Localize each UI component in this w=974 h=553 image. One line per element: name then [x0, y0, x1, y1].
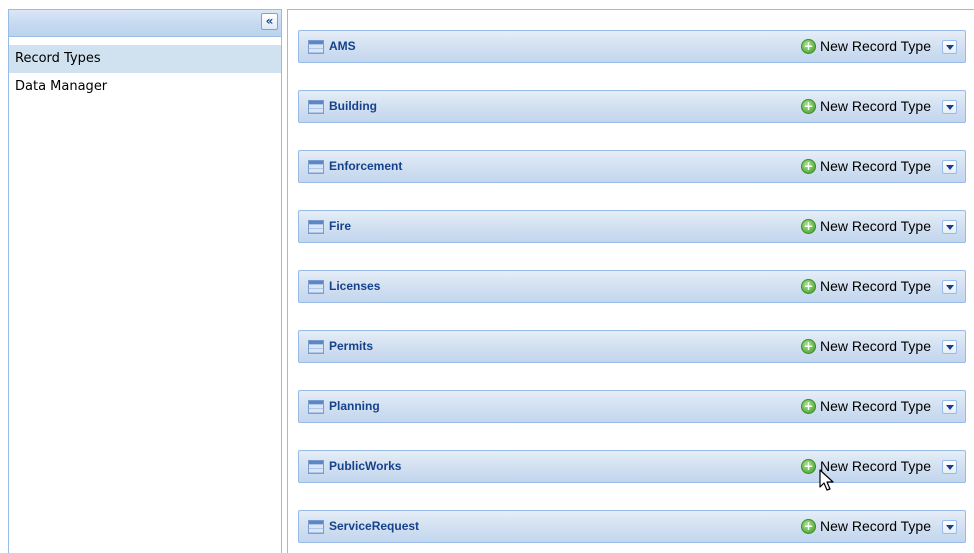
new-record-type-label: New Record Type [819, 398, 931, 414]
app-root: « Record Types Data Manager AMS + New Rec… [0, 0, 974, 553]
plus-circle-icon: + [800, 459, 816, 474]
panel-planning[interactable]: Planning + New Record Type [298, 390, 966, 423]
panel-building[interactable]: Building + New Record Type [298, 90, 966, 123]
new-record-type-label: New Record Type [819, 518, 931, 534]
grid-icon [308, 160, 324, 174]
panel-licenses[interactable]: Licenses + New Record Type [298, 270, 966, 303]
panel-title: Enforcement [329, 159, 403, 173]
chevron-down-icon[interactable] [942, 340, 957, 354]
new-record-type-label: New Record Type [819, 38, 931, 54]
plus-circle-icon: + [800, 39, 816, 54]
new-record-type-button[interactable]: + New Record Type [800, 271, 931, 302]
grid-icon [308, 460, 324, 474]
record-type-panel-list: AMS + New Record Type Building + New Recor… [298, 30, 966, 553]
chevron-down-icon[interactable] [942, 40, 957, 54]
chevron-down-icon[interactable] [942, 460, 957, 474]
sidebar-header: « [9, 10, 281, 37]
plus-circle-icon: + [800, 519, 816, 534]
panel-title: Licenses [329, 279, 381, 293]
plus-circle-icon: + [800, 339, 816, 354]
panel-fire[interactable]: Fire + New Record Type [298, 210, 966, 243]
chevron-down-icon[interactable] [942, 400, 957, 414]
chevron-down-icon[interactable] [942, 160, 957, 174]
panel-ams[interactable]: AMS + New Record Type [298, 30, 966, 63]
new-record-type-button[interactable]: + New Record Type [800, 391, 931, 422]
sidebar-item-record-types[interactable]: Record Types [9, 45, 281, 73]
panel-publicworks[interactable]: PublicWorks + New Record Type [298, 450, 966, 483]
plus-circle-icon: + [800, 159, 816, 174]
new-record-type-button[interactable]: + New Record Type [800, 511, 931, 542]
chevron-down-icon[interactable] [942, 280, 957, 294]
plus-circle-icon: + [800, 219, 816, 234]
new-record-type-label: New Record Type [819, 278, 931, 294]
plus-circle-icon: + [800, 399, 816, 414]
grid-icon [308, 400, 324, 414]
grid-icon [308, 520, 324, 534]
sidebar-item-data-manager[interactable]: Data Manager [9, 73, 281, 101]
new-record-type-label: New Record Type [819, 98, 931, 114]
panel-servicerequest[interactable]: ServiceRequest + New Record Type [298, 510, 966, 543]
new-record-type-button[interactable]: + New Record Type [800, 211, 931, 242]
sidebar: « Record Types Data Manager [8, 9, 282, 553]
main-content: AMS + New Record Type Building + New Recor… [287, 9, 974, 553]
grid-icon [308, 40, 324, 54]
new-record-type-button[interactable]: + New Record Type [800, 331, 931, 362]
panel-title: Fire [329, 219, 352, 233]
sidebar-nav: Record Types Data Manager [9, 45, 281, 101]
grid-icon [308, 280, 324, 294]
plus-circle-icon: + [800, 99, 816, 114]
panel-title: AMS [329, 39, 356, 53]
panel-title: Planning [329, 399, 380, 413]
chevron-down-icon[interactable] [942, 100, 957, 114]
panel-title: Permits [329, 339, 374, 353]
panel-title: Building [329, 99, 377, 113]
panel-title: PublicWorks [329, 459, 402, 473]
new-record-type-label: New Record Type [819, 338, 931, 354]
grid-icon [308, 100, 324, 114]
panel-permits[interactable]: Permits + New Record Type [298, 330, 966, 363]
panel-enforcement[interactable]: Enforcement + New Record Type [298, 150, 966, 183]
new-record-type-button[interactable]: + New Record Type [800, 151, 931, 182]
new-record-type-label: New Record Type [819, 158, 931, 174]
mouse-pointer-icon [819, 469, 834, 491]
chevron-down-icon[interactable] [942, 520, 957, 534]
new-record-type-button[interactable]: + New Record Type [800, 91, 931, 122]
collapse-sidebar-icon[interactable]: « [261, 13, 278, 30]
grid-icon [308, 340, 324, 354]
panel-title: ServiceRequest [329, 519, 420, 533]
new-record-type-button[interactable]: + New Record Type [800, 31, 931, 62]
plus-circle-icon: + [800, 279, 816, 294]
chevron-down-icon[interactable] [942, 220, 957, 234]
grid-icon [308, 220, 324, 234]
new-record-type-label: New Record Type [819, 218, 931, 234]
